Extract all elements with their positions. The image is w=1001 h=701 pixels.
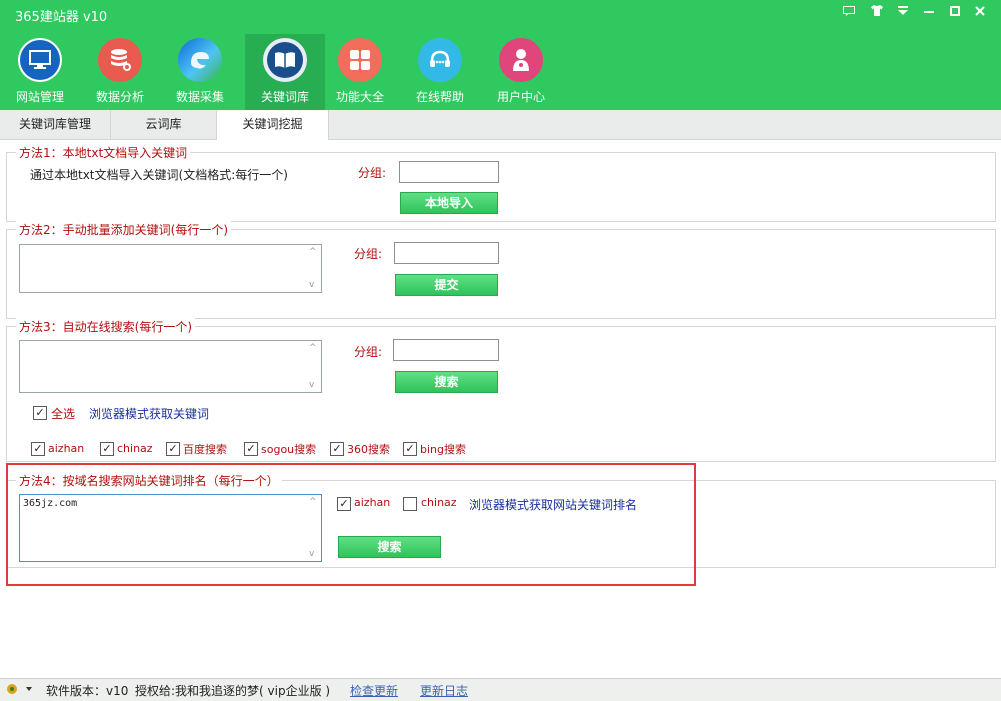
- method1-group: [6, 152, 996, 222]
- method1-description: 通过本地txt文档导入关键词(文档格式:每行一个): [30, 168, 288, 182]
- chinaz-label: chinaz: [117, 442, 153, 455]
- headset-icon: [418, 38, 462, 82]
- aizhan-checkbox[interactable]: ✓: [31, 442, 45, 456]
- method2-group-label: 分组:: [354, 247, 383, 261]
- browser-icon: [178, 38, 222, 82]
- browser-mode-keywords-link[interactable]: 浏览器模式获取关键词: [89, 405, 209, 422]
- nav-label: 数据分析: [95, 90, 144, 104]
- nav-user-center[interactable]: 用户中心: [481, 34, 561, 110]
- sogou-label: sogou搜索: [261, 443, 317, 456]
- app-title: 365建站器 v10: [15, 10, 108, 25]
- method1-group-input[interactable]: [399, 161, 499, 183]
- submit-button[interactable]: 提交: [395, 274, 498, 296]
- method3-search-button[interactable]: 搜索: [395, 371, 498, 393]
- method2-keywords-textarea[interactable]: ^ v: [19, 244, 322, 293]
- app-logo-icon[interactable]: [4, 682, 34, 696]
- baidu-label: 百度搜索: [183, 443, 227, 456]
- 360-checkbox[interactable]: ✓: [330, 442, 344, 456]
- nav-data-analysis[interactable]: 数据分析: [80, 34, 160, 110]
- 360-label: 360搜索: [347, 443, 390, 456]
- method2-group-input[interactable]: [394, 242, 499, 264]
- database-icon: [98, 38, 142, 82]
- check-update-link[interactable]: 检查更新: [350, 682, 398, 699]
- nav-keyword-library[interactable]: 关键词库: [245, 34, 325, 110]
- chinaz-checkbox[interactable]: ✓: [100, 442, 114, 456]
- user-icon: [499, 38, 543, 82]
- scrollbar[interactable]: ^ v: [307, 245, 321, 292]
- baidu-checkbox[interactable]: ✓: [166, 442, 180, 456]
- tab-cloud-library[interactable]: 云词库: [111, 110, 217, 139]
- local-import-button[interactable]: 本地导入: [400, 192, 498, 214]
- method3-group-input[interactable]: [393, 339, 499, 361]
- close-icon[interactable]: [970, 4, 990, 20]
- changelog-link[interactable]: 更新日志: [420, 682, 468, 699]
- scrollbar[interactable]: ^ v: [307, 341, 321, 392]
- tab-keyword-manage[interactable]: 关键词库管理: [0, 110, 111, 139]
- highlight-box: [6, 463, 696, 586]
- method3-keywords-textarea[interactable]: ^ v: [19, 340, 322, 393]
- nav-label: 数据采集: [175, 90, 224, 104]
- sogou-checkbox[interactable]: ✓: [244, 442, 258, 456]
- select-all-label: 全选: [51, 407, 76, 421]
- feedback-icon[interactable]: [839, 4, 859, 20]
- nav-label: 功能大全: [335, 90, 384, 104]
- menu-icon[interactable]: [893, 4, 913, 20]
- minimize-icon[interactable]: [919, 4, 939, 20]
- software-version: 软件版本：v10: [46, 684, 129, 698]
- license-info: 授权给:我和我追逐的梦( vip企业版 ): [135, 684, 331, 698]
- aizhan-label: aizhan: [48, 442, 85, 455]
- method3-group-label: 分组:: [354, 345, 383, 359]
- nav-label: 用户中心: [496, 90, 545, 104]
- bing-label: bing搜索: [420, 443, 466, 456]
- nav-data-collect[interactable]: 数据采集: [160, 34, 240, 110]
- select-all-checkbox[interactable]: ✓: [33, 406, 47, 420]
- book-icon: [263, 38, 307, 82]
- nav-features[interactable]: 功能大全: [320, 34, 400, 110]
- maximize-icon[interactable]: [945, 4, 965, 20]
- nav-website-manage[interactable]: 网站管理: [0, 34, 80, 110]
- nav-label: 关键词库: [260, 90, 309, 104]
- method2-legend: 方法2：手动批量添加关键词(每行一个): [16, 221, 231, 238]
- skin-icon[interactable]: [867, 4, 887, 20]
- nav-online-help[interactable]: 在线帮助: [400, 34, 480, 110]
- monitor-icon: [18, 38, 62, 82]
- method1-legend: 方法1：本地txt文档导入关键词: [16, 144, 191, 161]
- tab-keyword-mining[interactable]: 关键词挖掘: [217, 110, 329, 140]
- method1-group-label: 分组:: [358, 166, 387, 180]
- method3-legend: 方法3：自动在线搜索(每行一个): [16, 318, 195, 335]
- nav-label: 在线帮助: [415, 90, 464, 104]
- nav-label: 网站管理: [15, 90, 64, 104]
- grid-icon: [338, 38, 382, 82]
- bing-checkbox[interactable]: ✓: [403, 442, 417, 456]
